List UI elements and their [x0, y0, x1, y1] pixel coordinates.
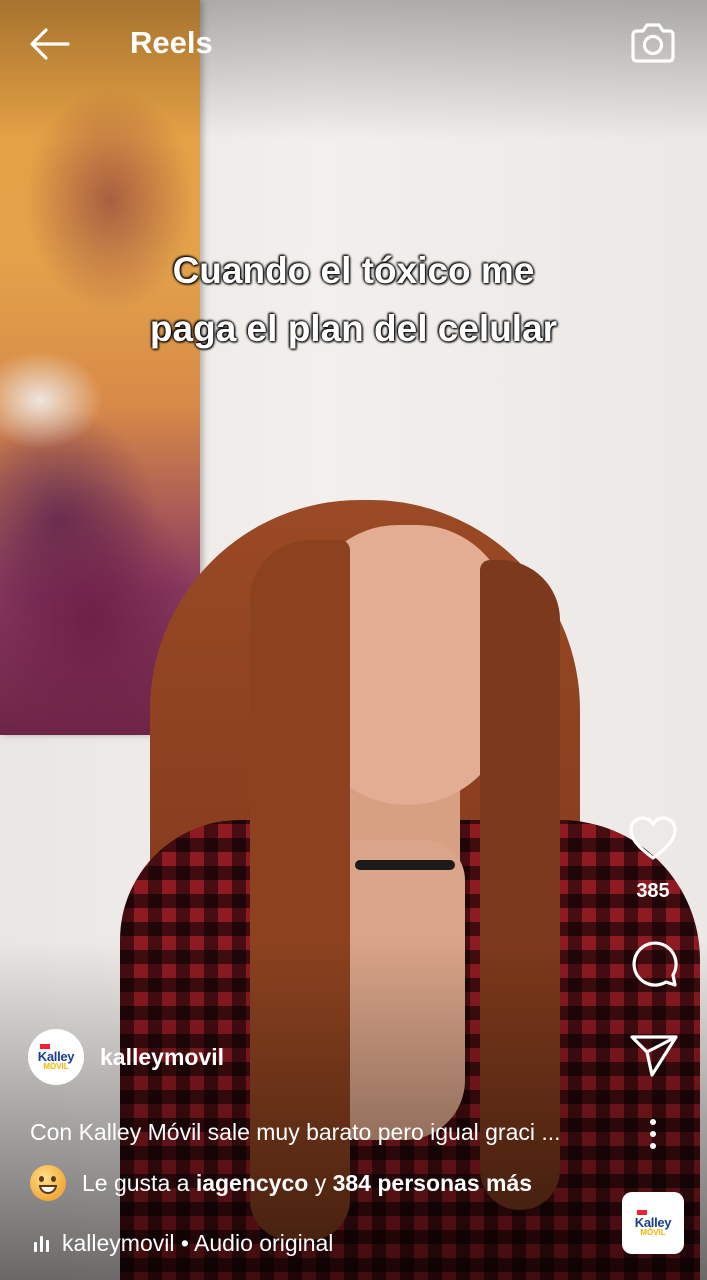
- logo-text: Kalley: [634, 1214, 672, 1230]
- logo-subtext: MÓVIL: [640, 1227, 666, 1237]
- likes-middle: y: [308, 1169, 333, 1196]
- send-icon: [630, 1035, 678, 1077]
- video-overlay-text: Cuando el tóxico me paga el plan del cel…: [0, 242, 707, 358]
- kalley-logo: Kalley MÓVIL: [634, 1209, 672, 1237]
- audio-thumbnail[interactable]: Kalley MÓVIL: [622, 1192, 684, 1254]
- likes-count[interactable]: 384 personas más: [333, 1170, 532, 1197]
- kalley-logo: Kalley MÓVIL: [37, 1043, 75, 1071]
- avatar[interactable]: Kalley MÓVIL: [28, 1029, 84, 1085]
- like-button[interactable]: [628, 815, 678, 863]
- liker-avatar-icon: [30, 1165, 66, 1201]
- comment-icon: [632, 941, 678, 987]
- comment-button[interactable]: [628, 938, 680, 988]
- overlay-line-2: paga el plan del celular: [149, 308, 558, 349]
- overlay-line-1: Cuando el tóxico me: [172, 250, 535, 291]
- post-caption[interactable]: Con Kalley Móvil sale muy barato pero ig…: [30, 1119, 610, 1146]
- more-options-button[interactable]: [638, 1114, 668, 1154]
- likes-prefix: Le gusta a: [82, 1169, 196, 1196]
- top-bar: Reels: [0, 0, 707, 88]
- arrow-left-icon: [30, 28, 70, 60]
- liked-by-row[interactable]: Le gusta a iagencyco y 384 personas más: [30, 1165, 532, 1201]
- like-count: 385: [636, 880, 670, 902]
- likes-user[interactable]: iagencyco: [196, 1170, 309, 1197]
- more-vertical-icon: [650, 1119, 656, 1149]
- camera-button[interactable]: [628, 20, 678, 66]
- audio-bars-icon: [34, 1235, 52, 1252]
- reel-video[interactable]: [0, 0, 707, 1280]
- heart-icon: [629, 816, 677, 860]
- bottom-shade: [0, 940, 707, 1280]
- account-row[interactable]: Kalley MÓVIL kalleymovil: [28, 1028, 224, 1086]
- logo-subtext: MÓVIL: [43, 1061, 69, 1071]
- audio-row[interactable]: kalleymovil • Audio original: [34, 1230, 333, 1257]
- audio-label: kalleymovil • Audio original: [62, 1230, 334, 1256]
- person-choker: [355, 860, 455, 870]
- camera-icon: [631, 23, 675, 63]
- page-title: Reels: [130, 25, 213, 60]
- logo-text: Kalley: [37, 1048, 75, 1064]
- back-button[interactable]: [26, 24, 74, 64]
- share-button[interactable]: [628, 1032, 680, 1078]
- username[interactable]: kalleymovil: [100, 1044, 224, 1071]
